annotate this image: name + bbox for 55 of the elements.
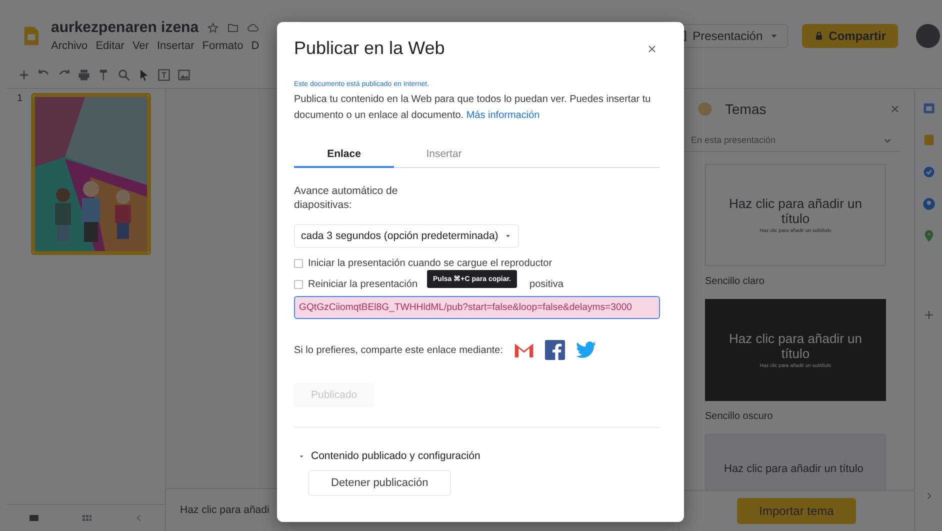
folder-icon[interactable]	[226, 22, 239, 34]
lock-icon	[814, 30, 824, 40]
caret-icon	[298, 452, 305, 460]
avatar[interactable]	[916, 24, 940, 48]
menu-item[interactable]: Ver	[132, 40, 149, 52]
cloud-icon[interactable]	[246, 22, 259, 34]
checkbox[interactable]	[294, 280, 303, 289]
image-icon[interactable]	[177, 68, 191, 82]
contacts-icon[interactable]	[922, 197, 936, 211]
auto-advance-dropdown[interactable]: cada 3 segundos (opción predeterminada)	[294, 224, 520, 248]
checkbox[interactable]	[294, 259, 303, 268]
menu-item[interactable]: Editar	[96, 40, 124, 52]
facebook-icon[interactable]	[545, 340, 565, 360]
filmstrip-view-icon[interactable]	[28, 512, 40, 524]
close-icon	[646, 42, 658, 54]
bird-icon[interactable]	[575, 339, 597, 361]
dialog-title: Publicar en la Web	[294, 38, 445, 59]
share-button[interactable]: Compartir	[802, 24, 898, 48]
theme-preview[interactable]: Haz clic para añadir un título	[705, 434, 886, 490]
option-label: Reiniciar la presentación	[308, 279, 418, 290]
share-label: Si lo prefieres, comparte este enlace mediante:	[294, 344, 503, 356]
menu-item[interactable]: Insertar	[156, 40, 194, 52]
plus-icon[interactable]	[17, 68, 31, 82]
grid-view-icon[interactable]	[80, 512, 93, 524]
theme-name: Sencillo oscuro	[705, 411, 774, 422]
palette-icon	[697, 101, 713, 117]
speaker-notes-placeholder[interactable]: Haz clic para añadi	[180, 504, 270, 516]
description: Publica tu contenido en la Web para que todos lo puedan ver. Puedes insertar tu documento o un enlace al documento. Más información	[294, 93, 652, 123]
link-field[interactable]: GQtGzCiiomqtBEl8G_TWHHldML/pub?start=false&loop=false&delayms=3000	[294, 296, 660, 319]
import-theme-button[interactable]: Importar tema	[737, 498, 856, 524]
tasks-icon[interactable]	[922, 165, 936, 179]
option-label: positiva	[530, 279, 564, 290]
panel-title: Temas	[725, 101, 768, 117]
text-box-icon[interactable]	[157, 68, 171, 82]
theme-name: Sencillo claro	[705, 276, 766, 287]
menu-item[interactable]: D	[251, 40, 260, 52]
auto-advance-label: Avance automático de diapositivas:	[294, 184, 399, 212]
published-settings-toggle[interactable]: Contenido publicado y configuración	[298, 450, 480, 462]
option-label: Iniciar la presentación cuando se cargue el reproductor	[308, 258, 552, 269]
note-icon[interactable]	[922, 133, 936, 147]
calendar-icon[interactable]	[922, 101, 936, 115]
tab[interactable]: Insertar	[394, 144, 494, 168]
close-icon[interactable]	[890, 104, 900, 114]
stop-publishing-button[interactable]: Detener publicación	[308, 470, 452, 496]
document-title[interactable]: aurkezpenaren izena	[51, 19, 199, 36]
menu-item[interactable]: Formato	[202, 40, 244, 52]
tab[interactable]: Enlace	[294, 144, 394, 168]
zoom-icon[interactable]	[117, 68, 131, 82]
star-icon[interactable]	[206, 22, 219, 34]
caret-icon	[504, 232, 512, 240]
more-info-link[interactable]: Más información	[466, 110, 540, 121]
plus-icon[interactable]	[922, 309, 934, 321]
print-icon[interactable]	[77, 68, 91, 82]
slide-number: 1	[17, 93, 23, 106]
menu-item[interactable]: Archivo	[51, 40, 88, 52]
